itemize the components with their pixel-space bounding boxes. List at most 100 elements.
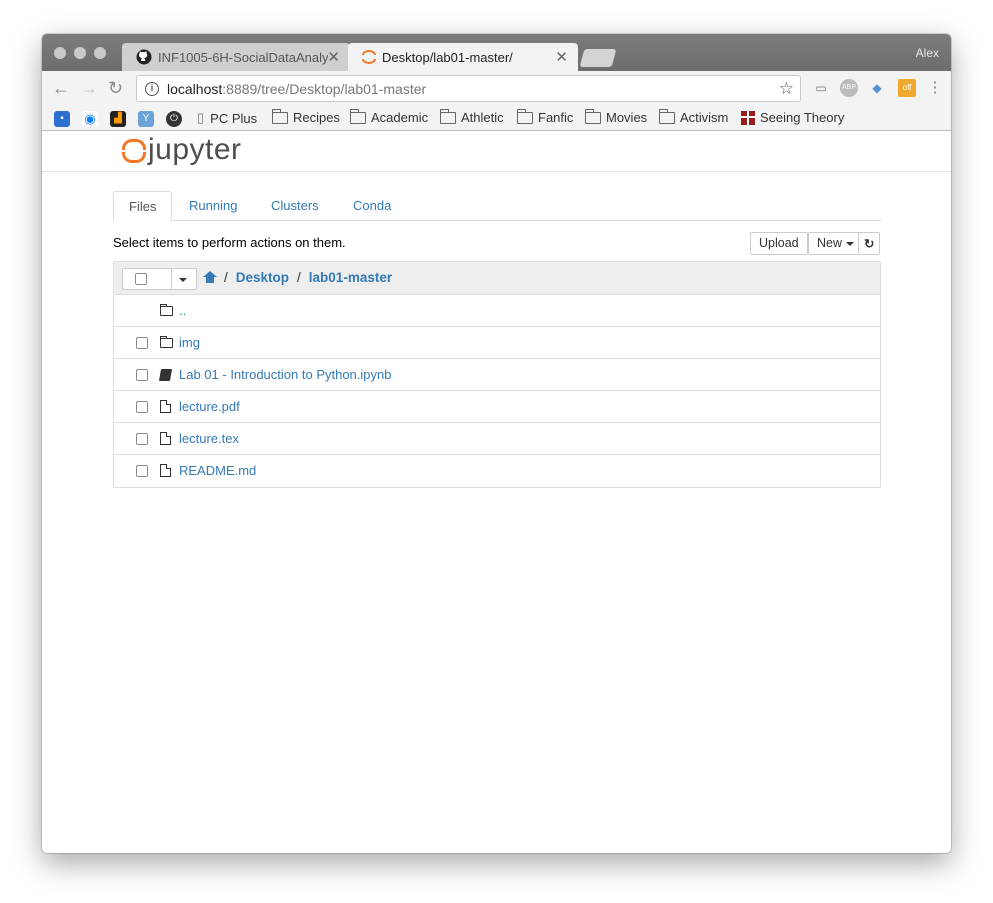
file-icon [160,432,171,445]
bookmark-folder-athletic[interactable]: Athletic [440,108,504,125]
folder-icon [659,108,675,124]
bookmark-label: PC Plus [210,110,258,126]
tab-title: INF1005-6H-SocialDataAnalyt [158,49,328,65]
list-item[interactable]: lecture.tex [114,423,880,455]
tab-files[interactable]: Files [113,191,173,221]
cast-icon[interactable]: ▭ [812,79,830,97]
list-item[interactable]: .. [114,295,880,327]
file-name[interactable]: lecture.tex [179,431,239,446]
menu-dots-icon[interactable]: ⋮ [926,79,944,97]
row-checkbox[interactable] [136,433,148,445]
breadcrumb: / Desktop / lab01-master [203,270,392,285]
folder-icon [585,108,601,124]
bookmark-star-icon[interactable]: ☆ [779,79,794,99]
close-window-button[interactable] [54,47,66,59]
folder-icon [350,108,366,124]
select-all-checkbox[interactable] [135,273,147,285]
bookmark-seeing-theory[interactable]: Seeing Theory [741,110,844,125]
zoom-window-button[interactable] [94,47,106,59]
tab-running[interactable]: Running [174,191,252,221]
new-label: New [817,236,843,250]
tab-clusters[interactable]: Clusters [256,191,334,221]
jupyter-logo-text: jupyter [148,133,242,166]
page-icon: ▯ [197,110,205,125]
home-icon[interactable] [203,271,217,283]
jupyter-tabs: Files Running Clusters Conda [113,191,881,221]
browser-window: INF1005-6H-SocialDataAnalyt ✕ Desktop/la… [42,34,951,853]
file-browser: Files Running Clusters Conda Select item… [113,191,881,488]
browser-tab-github[interactable]: INF1005-6H-SocialDataAnalyt ✕ [122,43,350,71]
bookmark-y-icon[interactable]: Y [138,111,154,127]
adblock-icon[interactable]: ABP [840,79,858,97]
action-bar: Select items to perform actions on them.… [113,221,881,261]
bookmark-label: Fanfic [538,110,574,125]
caret-down-icon[interactable] [179,278,187,282]
row-checkbox[interactable] [136,401,148,413]
reload-icon[interactable]: ↻ [108,78,123,99]
info-icon[interactable]: i [145,81,159,96]
file-name[interactable]: lecture.pdf [179,399,240,414]
refresh-button[interactable]: ↻ [858,232,881,255]
bookmark-power-icon[interactable]: ⏻ [166,111,182,127]
list-item[interactable]: Lab 01 - Introduction to Python.ipynb [114,359,880,391]
tab-title: Desktop/lab01-master/ [382,49,513,65]
forward-arrow-icon[interactable]: → [80,78,98,99]
breadcrumb-lab01-master[interactable]: lab01-master [309,270,392,285]
bookmark-folder-academic[interactable]: Academic [350,108,428,125]
file-name[interactable]: Lab 01 - Introduction to Python.ipynb [179,367,391,382]
browser-tab-jupyter[interactable]: Desktop/lab01-master/ ✕ [348,43,578,71]
new-tab-button[interactable] [579,49,617,67]
close-tab-icon[interactable]: ✕ [327,48,340,66]
address-bar[interactable]: i localhost:8889/tree/Desktop/lab01-mast… [136,75,801,102]
row-checkbox[interactable] [136,465,148,477]
bookmark-pc-plus[interactable]: ▯ PC Plus [197,110,257,126]
select-all-dropdown[interactable] [122,268,197,290]
folder-icon [160,336,173,348]
jupyter-logo[interactable]: jupyter [122,133,242,167]
back-arrow-icon[interactable]: ← [52,78,70,99]
jupyter-favicon-icon [362,50,376,64]
bookmark-folder-fanfic[interactable]: Fanfic [517,108,574,125]
tab-conda[interactable]: Conda [338,191,406,221]
refresh-icon: ↻ [864,237,875,251]
browser-toolbar: ← → ↻ i localhost:8889/tree/Desktop/lab0… [42,71,951,107]
bookmark-folder-activism[interactable]: Activism [659,108,728,125]
jupyter-page: jupyter Files Running Clusters Conda Sel… [42,131,951,853]
bookmark-label: Athletic [461,110,504,125]
file-list: / Desktop / lab01-master .. img Lab 01 -… [113,261,881,488]
bookmark-chart-icon[interactable]: ▟ [110,111,126,127]
seeing-theory-icon [741,110,755,125]
file-name[interactable]: img [179,335,200,350]
bookmark-app-icon[interactable]: ▪ [54,111,70,127]
file-icon [160,464,171,477]
minimize-window-button[interactable] [74,47,86,59]
github-icon [136,49,152,65]
url-host: localhost [167,80,223,97]
jupyter-logo-icon [122,137,146,163]
profile-name[interactable]: Alex [916,46,939,60]
messenger-icon[interactable]: ◉ [82,111,98,127]
folder-icon [272,108,288,124]
caret-down-icon [846,241,855,246]
selection-hint: Select items to perform actions on them. [113,235,346,250]
list-item[interactable]: img [114,327,880,359]
bookmark-folder-recipes[interactable]: Recipes [272,108,340,125]
file-name[interactable]: README.md [179,463,256,478]
folder-icon [440,108,456,124]
file-icon [160,400,171,413]
folder-icon [160,304,173,316]
breadcrumb-desktop[interactable]: Desktop [236,270,289,285]
list-item[interactable]: README.md [114,455,880,487]
row-checkbox[interactable] [136,369,148,381]
new-dropdown-button[interactable]: New [808,232,864,255]
url-path: :8889/tree/Desktop/lab01-master [222,80,427,97]
file-name[interactable]: .. [179,303,186,318]
close-tab-icon[interactable]: ✕ [555,48,568,66]
list-item[interactable]: lecture.pdf [114,391,880,423]
folder-icon [517,108,533,124]
bookmark-folder-movies[interactable]: Movies [585,108,647,125]
row-checkbox[interactable] [136,337,148,349]
extension-off-icon[interactable]: off [898,79,916,97]
upload-button[interactable]: Upload [750,232,808,255]
extension-diamond-icon[interactable]: ◆ [868,79,886,97]
